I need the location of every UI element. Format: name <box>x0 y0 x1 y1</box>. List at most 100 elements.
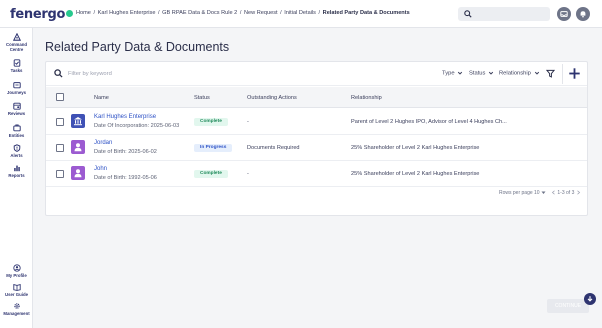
bell-icon <box>580 11 586 18</box>
alerts-icon <box>13 144 20 152</box>
tasks-icon <box>13 59 20 67</box>
caret-down-icon <box>541 191 546 195</box>
sidebar-label: Alerts <box>10 153 23 158</box>
breadcrumb-separator: / <box>239 10 242 16</box>
search-icon <box>464 10 472 18</box>
sidebar-item-reviews[interactable]: Reviews <box>0 102 33 116</box>
person-icon <box>74 169 82 178</box>
sidebar-item-alerts[interactable]: Alerts <box>0 144 33 158</box>
download-icon <box>587 296 593 302</box>
breadcrumb-entity[interactable]: Karl Hughes Enterprise <box>98 10 156 16</box>
status-badge: Complete <box>194 118 228 126</box>
status-filter-dropdown[interactable]: Status <box>469 70 494 77</box>
breadcrumb-home[interactable]: Home <box>76 10 91 16</box>
next-page-icon[interactable] <box>576 190 581 195</box>
table-row[interactable]: Jordan Date of Birth: 2025-06-02 In Prog… <box>46 135 587 161</box>
breadcrumb: Home / Karl Hughes Enterprise / GB RPAE … <box>76 10 410 16</box>
column-header-name[interactable]: Name <box>94 95 109 101</box>
pagination-range: 1-3 of 3 <box>557 190 575 196</box>
sidebar-item-journeys[interactable]: Journeys <box>0 81 33 95</box>
row-checkbox[interactable] <box>56 144 64 152</box>
sidebar-item-entities[interactable]: Entities <box>0 124 33 138</box>
entity-type-icon <box>71 114 85 128</box>
sidebar-label: Reviews <box>7 111 26 116</box>
status-badge: In Progress <box>194 144 233 152</box>
type-filter-label: Type <box>442 70 455 77</box>
keyword-filter-input[interactable] <box>68 69 268 79</box>
entity-type-icon <box>71 166 85 180</box>
sidebar-label: Management <box>3 311 30 316</box>
relationship-text: Parent of Level 2 Hughes IPO, Advisor of… <box>351 119 507 125</box>
chevron-down-icon <box>534 71 539 75</box>
relationship-filter-label: Relationship <box>499 70 531 77</box>
breadcrumb-request[interactable]: New Request <box>244 10 278 16</box>
command-centre-icon <box>12 33 21 41</box>
column-header-status[interactable]: Status <box>194 95 210 101</box>
rows-per-page-selector[interactable]: Rows per page 10 <box>499 190 546 196</box>
select-all-checkbox[interactable] <box>56 93 64 101</box>
sidebar-label: Reports <box>8 173 25 178</box>
sidebar-label: User Guide <box>5 292 28 297</box>
breadcrumb-stage[interactable]: Initial Details <box>284 10 316 16</box>
sidebar-item-reports[interactable]: Reports <box>0 164 33 178</box>
entity-date: Date of Birth: 1992-05-06 <box>94 175 157 181</box>
row-checkbox[interactable] <box>56 118 64 126</box>
reports-icon <box>13 165 20 172</box>
sidebar-item-user-guide[interactable]: User Guide <box>0 283 33 297</box>
inbox-icon <box>560 11 568 17</box>
outstanding-actions: - <box>247 119 249 125</box>
chevron-down-icon <box>488 71 494 75</box>
bank-icon <box>74 117 82 126</box>
add-related-party-button[interactable] <box>568 67 581 80</box>
inbox-button[interactable] <box>557 7 571 21</box>
reviews-icon <box>12 102 21 110</box>
type-filter-dropdown[interactable]: Type <box>442 70 463 77</box>
top-bar: fenergo Home / Karl Hughes Enterprise / … <box>0 0 602 28</box>
sidebar-label: Journeys <box>6 90 27 95</box>
fenergo-logo[interactable]: fenergo <box>10 7 74 22</box>
gear-icon <box>13 303 20 309</box>
user-guide-icon <box>12 284 21 291</box>
table-header: Name Status Outstanding Actions Relation… <box>46 87 587 108</box>
sidebar-label: Tasks <box>10 68 23 73</box>
rows-per-page-value: 10 <box>534 190 540 196</box>
relationship-text: 25% Shareholder of Level 2 Karl Hughes E… <box>351 145 480 151</box>
row-checkbox[interactable] <box>56 170 64 178</box>
logo-dot <box>66 10 74 17</box>
sidebar-item-tasks[interactable]: Tasks <box>0 59 33 73</box>
global-search-input[interactable] <box>458 7 550 21</box>
breadcrumb-separator: / <box>318 10 321 16</box>
entity-date: Date of Birth: 2025-06-02 <box>94 149 157 155</box>
status-filter-label: Status <box>469 70 486 77</box>
sidebar-label: Command Centre <box>5 42 27 52</box>
filter-funnel-icon[interactable] <box>546 69 555 78</box>
breadcrumb-journey[interactable]: GB RPAE Data & Docs Rule 2 <box>162 10 237 16</box>
relationship-filter-dropdown[interactable]: Relationship <box>499 70 540 77</box>
previous-page-icon[interactable] <box>551 190 556 195</box>
chevron-down-icon <box>458 71 463 75</box>
sidebar-item-command-centre[interactable]: Command Centre <box>0 33 33 52</box>
person-icon <box>74 143 82 152</box>
entity-name-link[interactable]: John <box>94 166 107 172</box>
sidebar-item-my-profile[interactable]: My Profile <box>0 264 33 278</box>
entities-icon <box>12 124 21 132</box>
brand-name: fenergo <box>10 7 66 22</box>
continue-button[interactable]: CONTINUE <box>547 299 589 313</box>
help-fab-button[interactable] <box>584 293 596 305</box>
breadcrumb-separator: / <box>158 10 160 16</box>
entity-name-link[interactable]: Jordan <box>94 140 112 146</box>
relationship-text: 25% Shareholder of Level 2 Karl Hughes E… <box>351 171 480 177</box>
sidebar-item-management[interactable]: Management <box>0 302 33 316</box>
column-header-relationship[interactable]: Relationship <box>351 95 382 101</box>
table-row[interactable]: Karl Hughes Enterprise Date Of Incorpora… <box>46 109 587 135</box>
sidebar-label: My Profile <box>6 273 27 278</box>
entity-name-link[interactable]: Karl Hughes Enterprise <box>94 114 156 120</box>
notifications-button[interactable] <box>576 7 590 21</box>
table-row[interactable]: John Date of Birth: 1992-05-06 Complete … <box>46 161 587 187</box>
column-header-outstanding-actions[interactable]: Outstanding Actions <box>247 95 297 101</box>
entity-date: Date Of Incorporation: 2025-06-03 <box>94 123 180 129</box>
page-title: Related Party Data & Documents <box>45 40 230 54</box>
profile-icon <box>12 264 21 272</box>
journeys-icon <box>12 82 21 89</box>
outstanding-actions: Documents Required <box>247 145 300 151</box>
